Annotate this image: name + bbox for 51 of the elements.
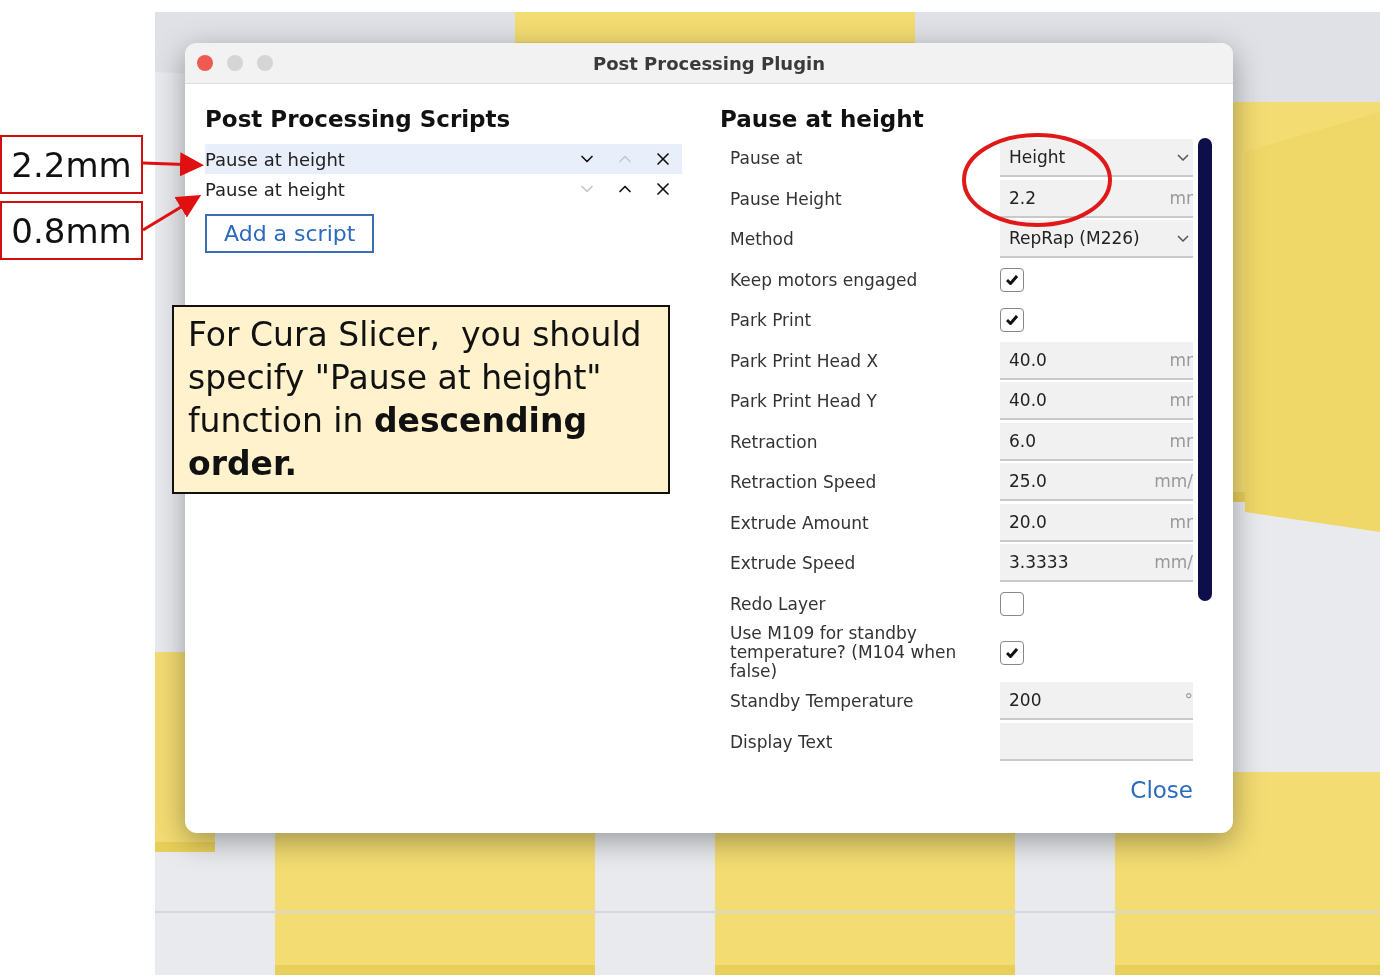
checkbox[interactable] (1000, 640, 1024, 665)
script-item[interactable]: Pause at height (205, 174, 682, 204)
checkbox[interactable] (1000, 591, 1024, 616)
callout-arrow (142, 152, 204, 177)
script-label: Pause at height (205, 178, 346, 200)
note-text: For Cura Slicer, you should specify "Pause at height" function in descending order. (172, 305, 670, 494)
setting-label: Park Print Head X (730, 349, 880, 372)
setting-label: Retraction Speed (730, 471, 878, 494)
setting-label: Display Text (730, 730, 834, 753)
script-label: Pause at height (205, 148, 346, 170)
callout-label: 0.8mm (0, 201, 143, 260)
setting-label: Pause Height (730, 187, 843, 210)
callout-label: 2.2mm (0, 135, 143, 194)
chevron-icon (1177, 153, 1189, 161)
setting-label: Extrude Amount (730, 511, 870, 534)
input-field[interactable]: 200 ° (1000, 682, 1193, 721)
setting-label: Retraction (730, 430, 819, 453)
setting-label: Method (730, 228, 795, 251)
check-icon (1006, 647, 1018, 658)
chevron-icon (1177, 234, 1189, 242)
input-field[interactable]: 20.0 mr (1000, 503, 1193, 542)
checkbox[interactable] (1000, 308, 1024, 333)
checkbox[interactable] (1000, 267, 1024, 292)
input-field[interactable]: 2.2 mr (1000, 179, 1193, 218)
setting-label: Keep motors engaged (730, 268, 919, 291)
script-item[interactable]: Pause at height (205, 144, 682, 174)
setting-label: Standby Temperature (730, 690, 915, 713)
setting-label: Park Print Head Y (730, 390, 878, 413)
input-field[interactable]: 6.0 mr (1000, 422, 1193, 461)
check-icon (1006, 274, 1018, 285)
check-icon (1006, 315, 1018, 326)
close-window-icon[interactable] (197, 55, 213, 71)
add-script-button[interactable]: Add a script (205, 214, 375, 253)
input-field[interactable]: 3.3333 mm/ (1000, 544, 1193, 583)
setting-label: Park Print (730, 309, 813, 332)
window-title: Post Processing Plugin (591, 52, 827, 74)
scrollbar[interactable] (1198, 138, 1212, 601)
scripts-heading: Post Processing Scripts (205, 106, 512, 132)
dropdown[interactable]: RepRap (M226) (1000, 220, 1193, 259)
input-field[interactable]: 25.0 mm/ (1000, 463, 1193, 502)
input-field[interactable]: 40.0 mr (1000, 382, 1193, 421)
input-field[interactable]: 40.0 mr (1000, 341, 1193, 380)
input-field[interactable] (1000, 722, 1193, 761)
callout-arrow (142, 194, 202, 232)
settings-heading: Pause at height (720, 106, 925, 132)
setting-label: Pause at (730, 147, 804, 170)
setting-label: Redo Layer (730, 592, 827, 615)
close-button[interactable]: Close (1130, 777, 1193, 803)
dropdown[interactable]: Height (1000, 139, 1193, 178)
setting-label: Extrude Speed (730, 552, 857, 575)
setting-label: Use M109 for standby temperature? (M104 when false) (730, 624, 958, 681)
